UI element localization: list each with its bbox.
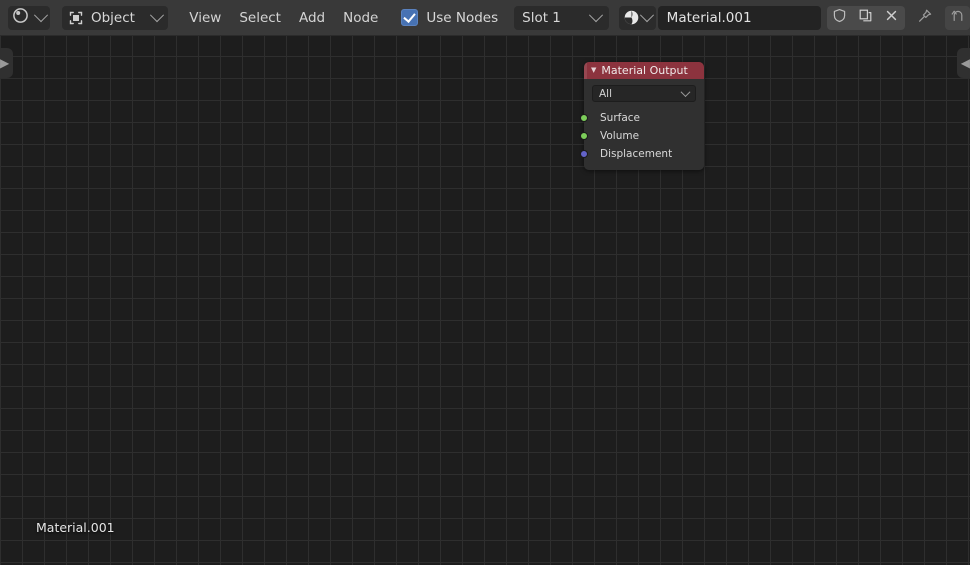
use-nodes-label: Use Nodes bbox=[426, 9, 499, 26]
chevron-down-icon bbox=[680, 87, 691, 98]
shader-editor-sphere-icon bbox=[12, 7, 29, 28]
material-slot-selector[interactable]: Slot 1 bbox=[514, 5, 610, 30]
socket-dot[interactable] bbox=[580, 114, 588, 122]
unlink-material-button[interactable] bbox=[878, 5, 905, 30]
copy-icon bbox=[858, 8, 873, 27]
pin-button[interactable] bbox=[913, 6, 938, 30]
canvas-material-label: Material.001 bbox=[36, 520, 115, 535]
node-editor-canvas[interactable]: ▶ ◀ ▼ Material Output All Surface Volume… bbox=[0, 36, 970, 565]
shading-type-selector[interactable]: Object bbox=[61, 5, 169, 30]
editor-header: Object View Select Add Node Use Nodes Sl… bbox=[0, 0, 970, 36]
node-header[interactable]: ▼ Material Output bbox=[584, 62, 704, 79]
material-actions-group bbox=[826, 5, 905, 30]
chevron-down-icon bbox=[150, 7, 165, 22]
use-nodes-checkbox[interactable] bbox=[401, 9, 419, 26]
node-material-output[interactable]: ▼ Material Output All Surface Volume Dis… bbox=[580, 62, 704, 170]
socket-dot[interactable] bbox=[580, 150, 588, 158]
chevron-right-icon: ▶ bbox=[0, 56, 10, 70]
node-target-dropdown[interactable]: All bbox=[592, 85, 696, 102]
arrow-up-icon bbox=[950, 8, 966, 28]
socket-displacement[interactable]: Displacement bbox=[580, 145, 704, 163]
go-to-parent-button[interactable] bbox=[945, 5, 970, 30]
close-x-icon bbox=[884, 8, 899, 27]
use-nodes-toggle[interactable]: Use Nodes bbox=[401, 9, 498, 26]
new-material-button[interactable] bbox=[852, 5, 879, 30]
material-name-value: Material.001 bbox=[666, 9, 752, 26]
fake-user-button[interactable] bbox=[826, 5, 853, 30]
node-collapse-icon[interactable]: ▼ bbox=[591, 67, 596, 74]
shading-type-label: Object bbox=[90, 9, 135, 26]
menu-select[interactable]: Select bbox=[230, 0, 290, 36]
socket-label: Surface bbox=[600, 112, 641, 124]
socket-volume[interactable]: Volume bbox=[580, 127, 704, 145]
material-name-field[interactable]: Material.001 bbox=[657, 5, 821, 30]
chevron-down-icon bbox=[589, 7, 604, 22]
chevron-down-icon bbox=[639, 7, 654, 22]
menu-add[interactable]: Add bbox=[290, 0, 334, 36]
material-sphere-icon bbox=[623, 9, 640, 26]
open-sidebar-right-button[interactable]: ◀ bbox=[957, 48, 970, 78]
node-body: All Surface Volume Displacement bbox=[580, 79, 704, 170]
shield-icon bbox=[832, 8, 847, 27]
shader-editor-window: Object View Select Add Node Use Nodes Sl… bbox=[0, 0, 970, 565]
socket-label: Volume bbox=[600, 130, 640, 142]
object-bracket-icon bbox=[68, 10, 84, 26]
menu-node[interactable]: Node bbox=[334, 0, 387, 36]
material-slot-label: Slot 1 bbox=[522, 9, 561, 26]
editor-type-selector[interactable] bbox=[8, 5, 50, 30]
chevron-down-icon bbox=[33, 7, 49, 22]
node-target-value: All bbox=[599, 87, 613, 100]
node-title: Material Output bbox=[601, 64, 688, 77]
socket-surface[interactable]: Surface bbox=[580, 109, 704, 127]
socket-dot[interactable] bbox=[580, 132, 588, 140]
menu-view[interactable]: View bbox=[180, 0, 230, 36]
chevron-left-icon: ◀ bbox=[960, 56, 970, 70]
pin-icon bbox=[917, 8, 933, 28]
browse-material-button[interactable] bbox=[619, 5, 656, 30]
open-sidebar-left-button[interactable]: ▶ bbox=[0, 48, 13, 78]
socket-label: Displacement bbox=[600, 148, 673, 160]
